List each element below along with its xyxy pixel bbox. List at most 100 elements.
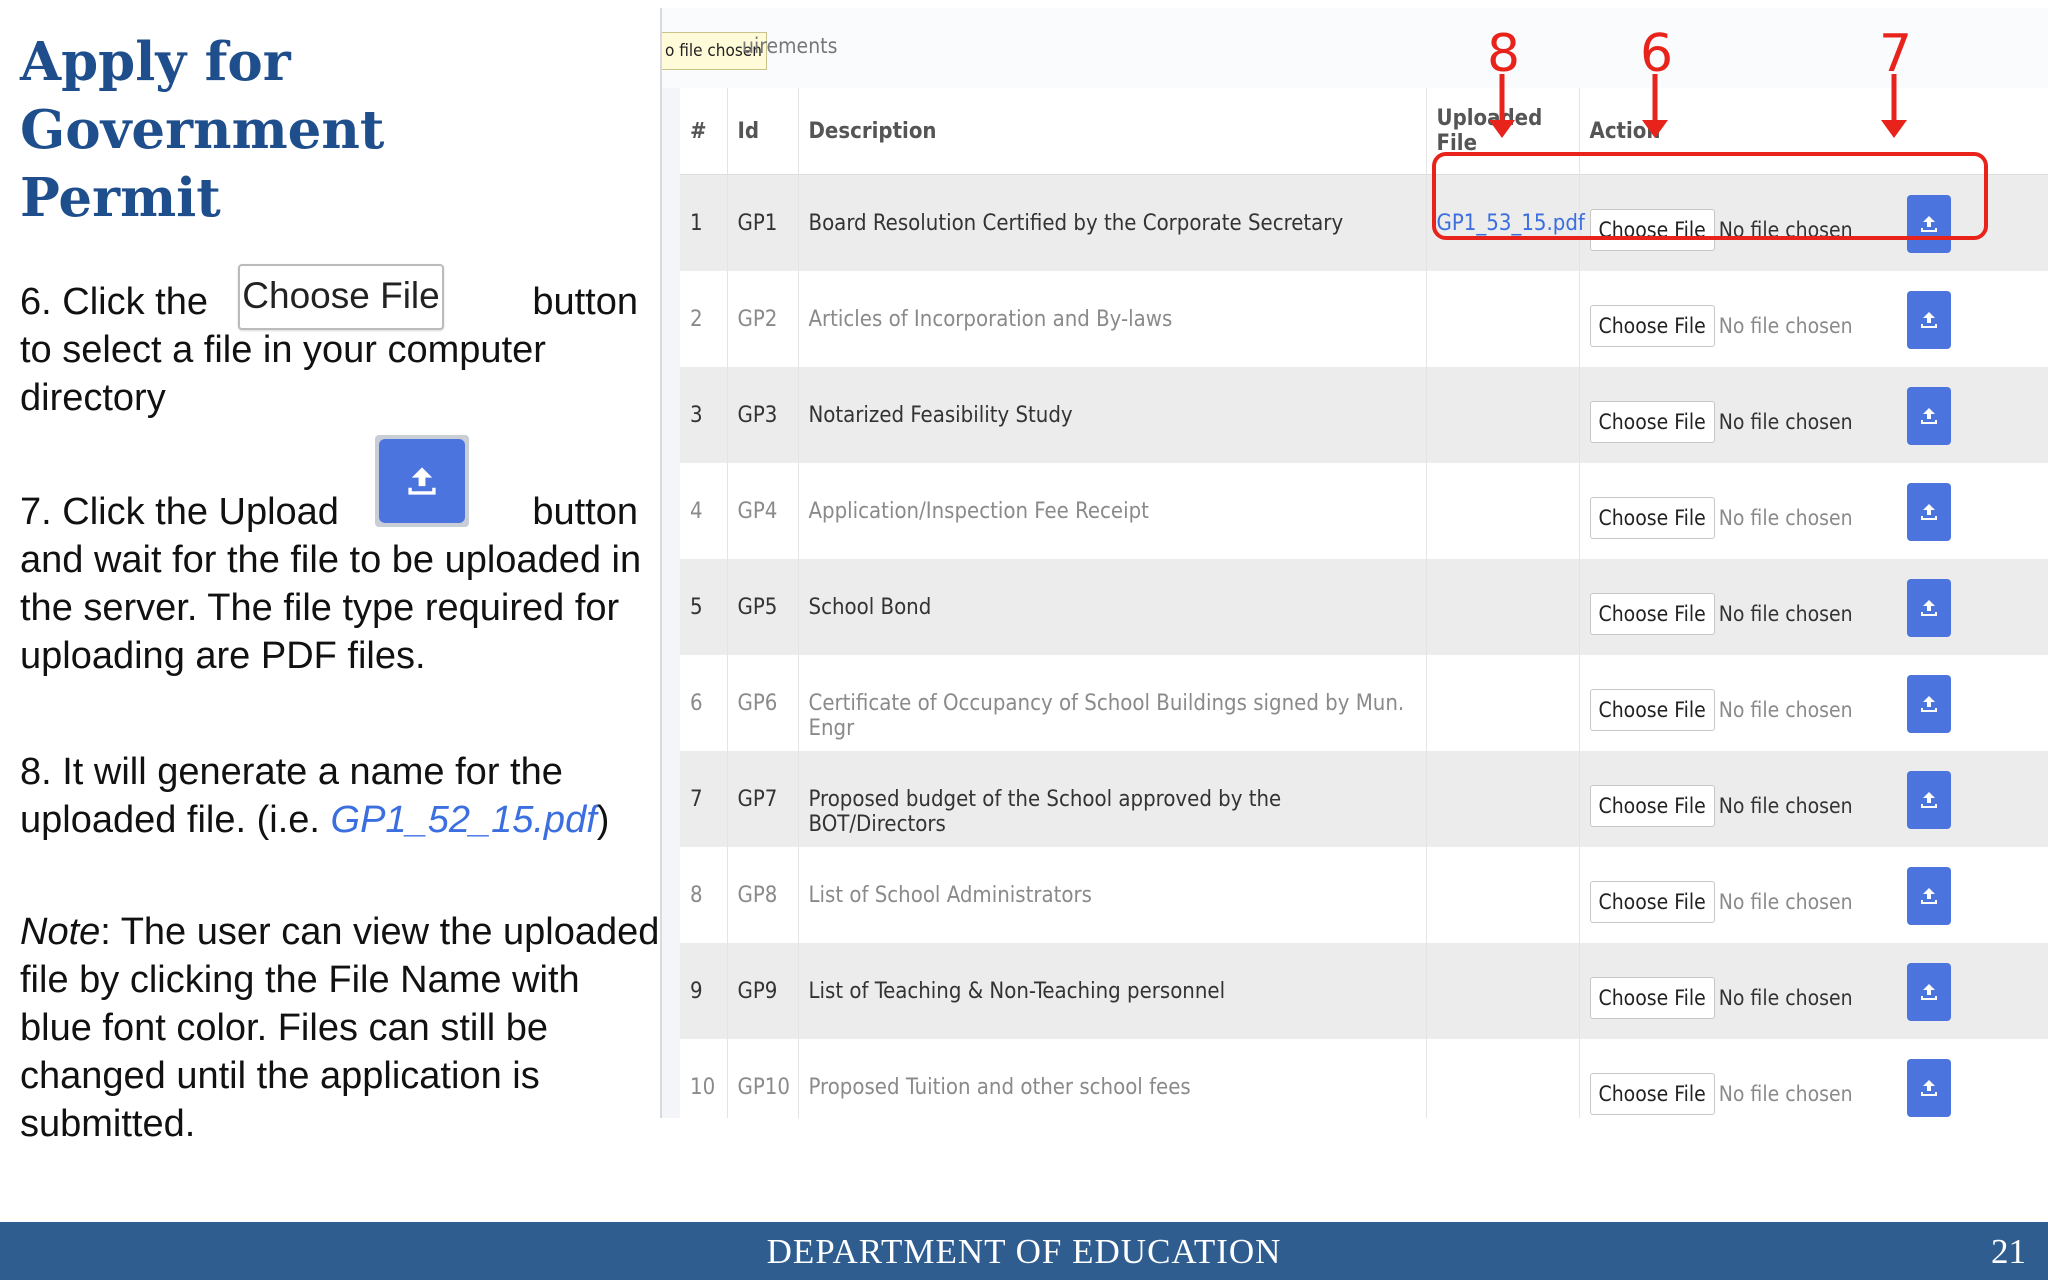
row-id: GP6 [727, 654, 799, 751]
row-uploaded-file [1426, 270, 1580, 367]
choose-file-button[interactable]: Choose File [1589, 880, 1715, 923]
row-uploaded-file [1426, 846, 1580, 943]
note-body: : The user can view the uploaded file by… [20, 911, 660, 1145]
upload-icon [1920, 887, 1937, 904]
choose-file-button-example: Choose File [238, 264, 444, 330]
row-number: 5 [680, 558, 728, 655]
upload-button[interactable] [1906, 962, 1951, 1021]
arrow-icon [1642, 74, 1668, 138]
choose-file-button[interactable]: Choose File [1589, 976, 1715, 1019]
row-id: GP5 [727, 558, 799, 655]
table-row: 4 GP4 Application/Inspection Fee Receipt Ch… [680, 462, 2048, 559]
row-number: 7 [680, 750, 728, 847]
table-row: 7 GP7 Proposed budget of the School approv… [680, 750, 2048, 847]
upload-icon [1920, 599, 1937, 616]
row-description: Proposed Tuition and other school fees [798, 1038, 1427, 1118]
row-description: Notarized Feasibility Study [798, 366, 1427, 463]
choose-file-button[interactable]: Choose File [1589, 784, 1715, 827]
choose-file-button[interactable]: Choose File [1589, 400, 1715, 443]
upload-icon [1920, 983, 1937, 1000]
footer-department: DEPARTMENT OF EDUCATION [766, 1232, 1282, 1271]
step-7-after: button [532, 491, 638, 533]
row-id: GP10 [727, 1038, 799, 1118]
no-file-chosen-label: No file chosen [1718, 697, 1853, 722]
upload-button[interactable] [1906, 290, 1951, 349]
step-6-before: 6. Click the [20, 281, 208, 323]
row-description: List of Teaching & Non-Teaching personne… [798, 942, 1427, 1039]
col-id: Id [727, 88, 799, 175]
col-description: Description [798, 88, 1427, 175]
table-row: 9 GP9 List of Teaching & Non-Teaching pers… [680, 942, 2048, 1039]
row-description: Board Resolution Certified by the Corpor… [798, 174, 1427, 271]
no-file-chosen-label: No file chosen [1718, 409, 1853, 434]
row-action: Choose File No file chosen [1579, 462, 2048, 559]
upload-icon [1920, 311, 1937, 328]
slide-footer: DEPARTMENT OF EDUCATION 21 [0, 1222, 2048, 1280]
row-number: 9 [680, 942, 728, 1039]
row-number: 1 [680, 174, 728, 271]
choose-file-button[interactable]: Choose File [1589, 688, 1715, 731]
row-number: 2 [680, 270, 728, 367]
row-action: Choose File No file chosen [1579, 366, 2048, 463]
table-row: 8 GP8 List of School Administrators Choose … [680, 846, 2048, 943]
choose-file-button[interactable]: Choose File [1589, 592, 1715, 635]
upload-button[interactable] [1906, 482, 1951, 541]
row-action: Choose File No file chosen [1579, 558, 2048, 655]
arrow-icon [1489, 74, 1515, 138]
upload-button-example [375, 435, 469, 527]
table-row: 2 GP2 Articles of Incorporation and By-law… [680, 270, 2048, 367]
row-number: 6 [680, 654, 728, 751]
row-id: GP3 [727, 366, 799, 463]
upload-icon [1920, 407, 1937, 424]
no-file-chosen-label: No file chosen [1718, 1081, 1853, 1106]
choose-file-button[interactable]: Choose File [1589, 496, 1715, 539]
table-row: 10 GP10 Proposed Tuition and other school … [680, 1038, 2048, 1118]
upload-button[interactable] [1906, 1058, 1951, 1117]
step-7-rest: and wait for the file to be uploaded in … [20, 539, 642, 677]
row-id: GP9 [727, 942, 799, 1039]
no-file-chosen-label: No file chosen [1718, 505, 1853, 530]
upload-button[interactable] [1906, 578, 1951, 637]
page-number: 21 [1991, 1232, 2026, 1271]
row-uploaded-file [1426, 1038, 1580, 1118]
choose-file-button[interactable]: Choose File [1589, 1072, 1715, 1115]
requirements-table: # Id Description Uploaded File Action 1G… [680, 88, 2048, 1118]
row-id: GP8 [727, 846, 799, 943]
upload-button[interactable] [1906, 866, 1951, 925]
upload-button[interactable] [1906, 386, 1951, 445]
no-file-chosen-label: No file chosen [1718, 601, 1853, 626]
row-action: Choose File No file chosen [1579, 1038, 2048, 1118]
upload-button[interactable] [1906, 770, 1951, 829]
row-id: GP2 [727, 270, 799, 367]
row-number: 3 [680, 366, 728, 463]
row-uploaded-file [1426, 942, 1580, 1039]
upload-button[interactable] [1906, 674, 1951, 733]
no-file-chosen-label: No file chosen [1718, 889, 1853, 914]
upload-icon [1920, 791, 1937, 808]
row-action: Choose File No file chosen [1579, 270, 2048, 367]
table-row: 3 GP3 Notarized Feasibility Study Choose Fi… [680, 366, 2048, 463]
note-text: Note: The user can view the uploaded fil… [20, 908, 660, 1148]
step-7-before: 7. Click the Upload [20, 491, 339, 533]
arrow-icon [1881, 74, 1907, 138]
step-8-text: 8. It will generate a name for the uploa… [20, 748, 652, 844]
step-7-text: 7. Click the Upload button and wait for … [20, 488, 652, 680]
row-uploaded-file [1426, 366, 1580, 463]
row-uploaded-file [1426, 750, 1580, 847]
col-num: # [680, 88, 728, 175]
step-8-close: ) [596, 799, 610, 841]
row-action: Choose File No file chosen [1579, 654, 2048, 751]
row-description: List of School Administrators [798, 846, 1427, 943]
step-6-rest: to select a file in your computer direct… [20, 329, 546, 419]
row-number: 4 [680, 462, 728, 559]
row-uploaded-file [1426, 654, 1580, 751]
upload-icon [379, 439, 465, 523]
upload-icon [1920, 695, 1937, 712]
table-row: 6 GP6 Certificate of Occupancy of School B… [680, 654, 2048, 751]
row-description: School Bond [798, 558, 1427, 655]
requirements-title: uirements [742, 34, 838, 58]
choose-file-button[interactable]: Choose File [1589, 304, 1715, 347]
no-file-chosen-label: No file chosen [1718, 313, 1853, 338]
upload-icon [1920, 503, 1937, 520]
row-description: Certificate of Occupancy of School Build… [798, 654, 1427, 751]
